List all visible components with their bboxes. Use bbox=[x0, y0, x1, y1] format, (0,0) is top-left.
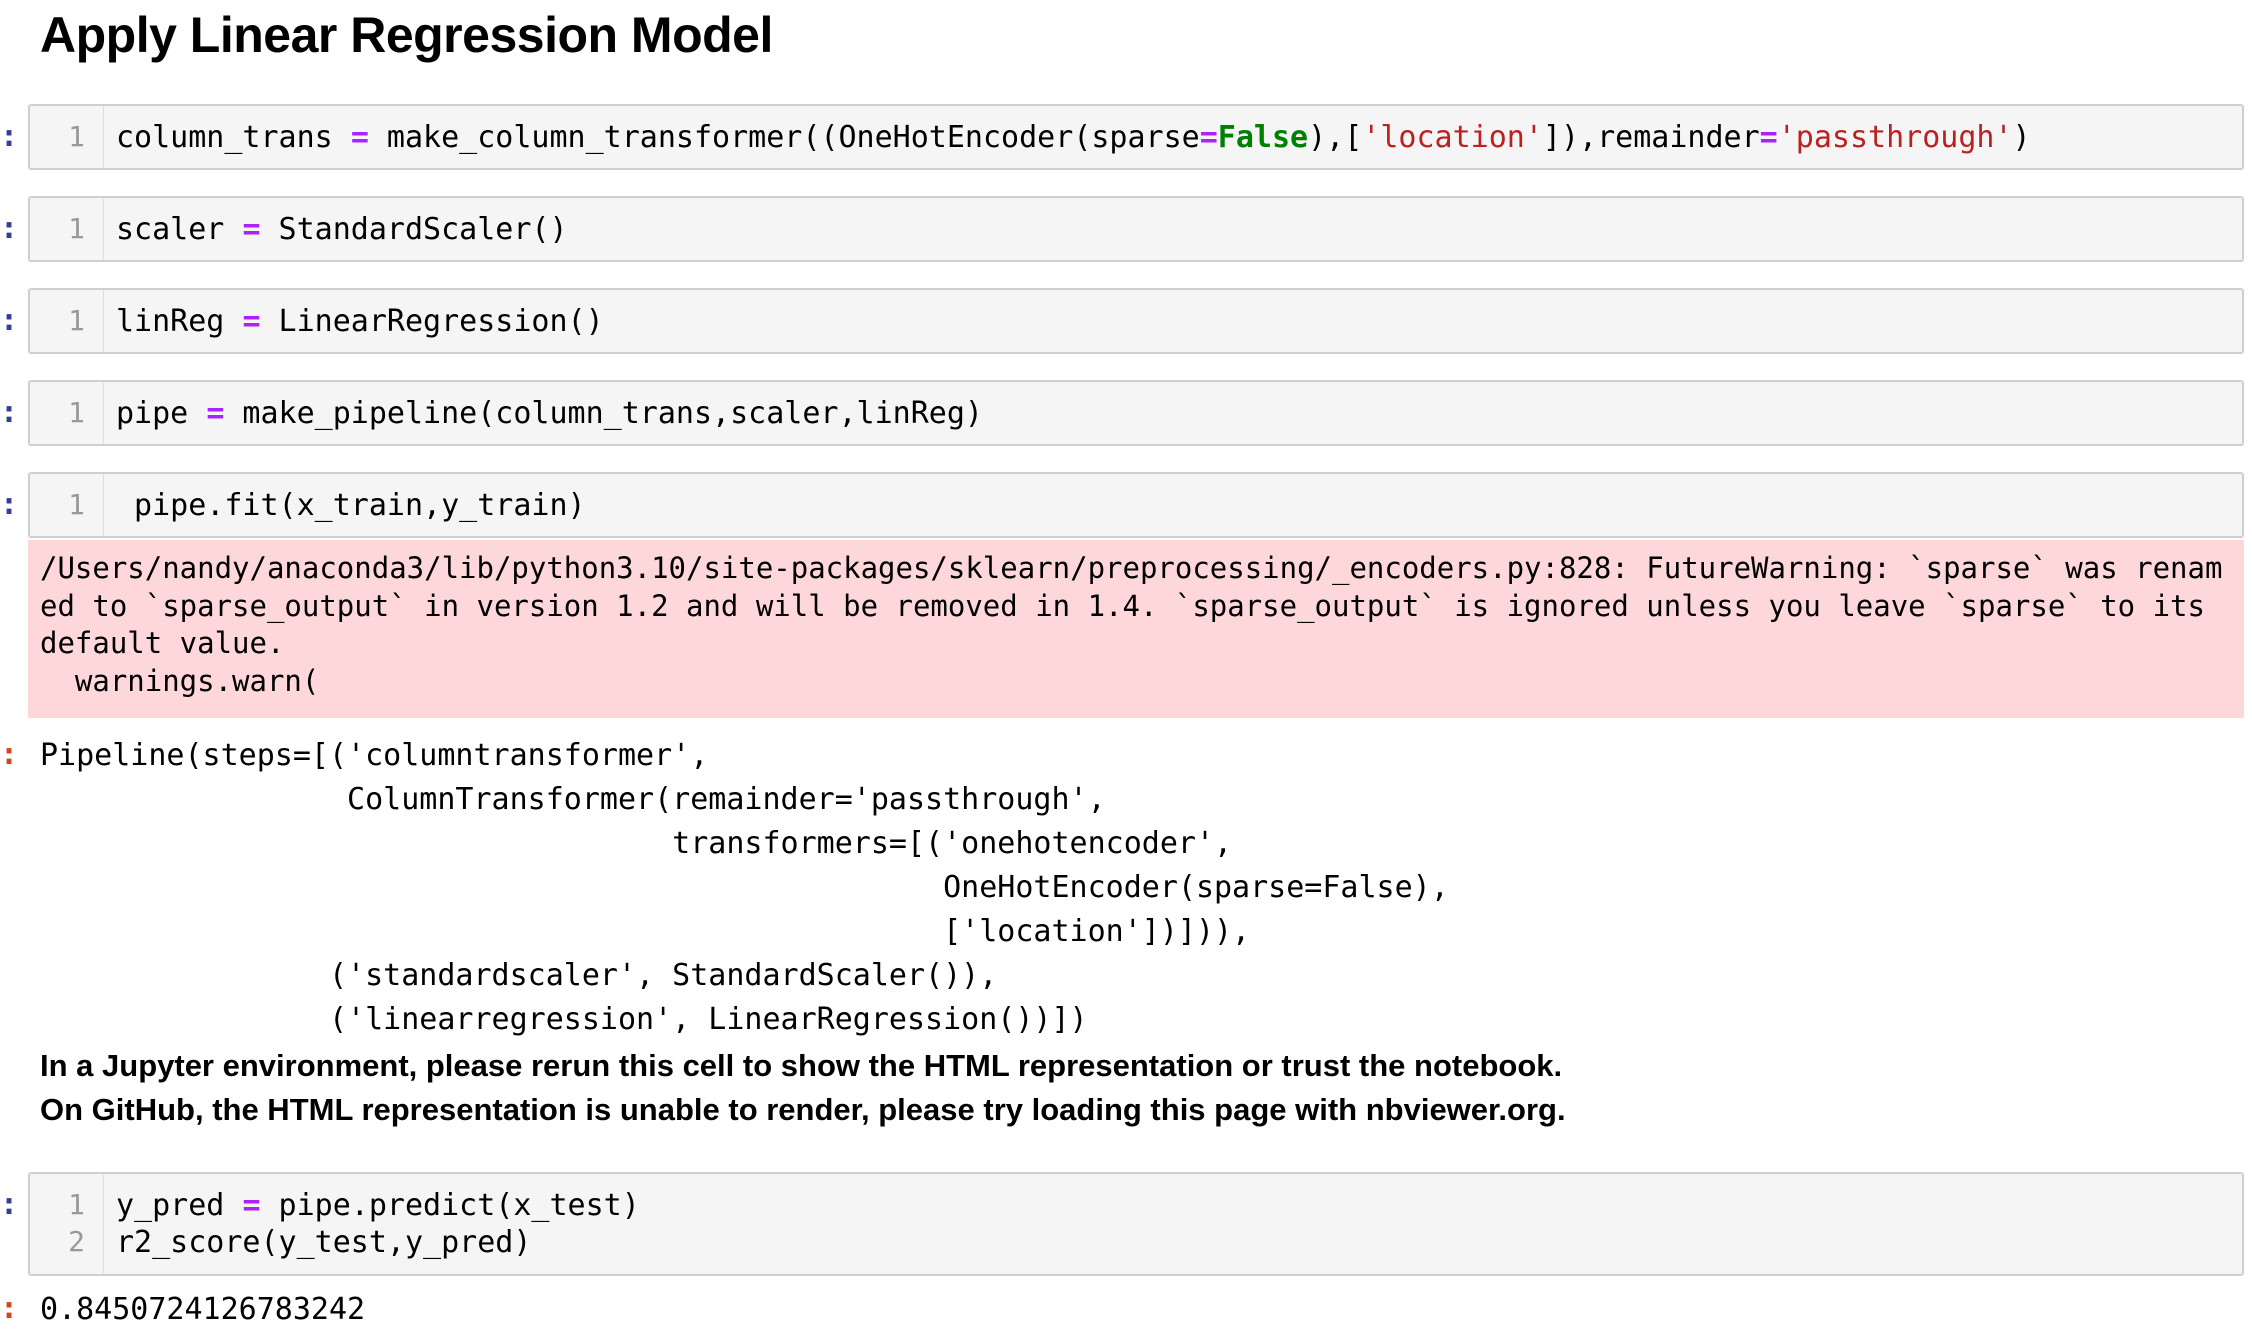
section-heading: Apply Linear Regression Model bbox=[40, 7, 773, 63]
code-line[interactable]: r2_score(y_test,y_pred) bbox=[116, 1225, 531, 1260]
output-prompt: : bbox=[0, 1291, 19, 1326]
input-prompt: : bbox=[0, 395, 19, 430]
line-number: 1 bbox=[68, 488, 85, 521]
warning-text: /Users/nandy/anaconda3/lib/python3.10/si… bbox=[40, 551, 2223, 698]
line-number: 1 bbox=[68, 1188, 85, 1221]
code-line[interactable]: pipe.fit(x_train,y_train) bbox=[116, 488, 586, 523]
code-cell-linreg[interactable]: 1 linReg = LinearRegression() bbox=[28, 288, 2244, 354]
line-number-gutter: 1 bbox=[30, 382, 104, 444]
html-repr-note-github: On GitHub, the HTML representation is un… bbox=[40, 1092, 1566, 1127]
line-number-gutter: 1 bbox=[30, 290, 104, 352]
line-number: 1 bbox=[68, 396, 85, 429]
output-prompt: : bbox=[0, 737, 19, 772]
line-number-gutter: 1 2 bbox=[30, 1174, 104, 1274]
line-number: 2 bbox=[68, 1225, 85, 1258]
code-cell-pipeline[interactable]: 1 pipe = make_pipeline(column_trans,scal… bbox=[28, 380, 2244, 446]
code-cell-column-transformer[interactable]: 1 column_trans = make_column_transformer… bbox=[28, 104, 2244, 170]
input-prompt: : bbox=[0, 119, 19, 154]
input-prompt: : bbox=[0, 487, 19, 522]
input-prompt: : bbox=[0, 303, 19, 338]
line-number: 1 bbox=[68, 304, 85, 337]
r2-score-output: 0.8450724126783242 bbox=[40, 1292, 366, 1327]
line-number: 1 bbox=[68, 212, 85, 245]
code-cell-scaler[interactable]: 1 scaler = StandardScaler() bbox=[28, 196, 2244, 262]
code-line[interactable]: pipe = make_pipeline(column_trans,scaler… bbox=[116, 396, 983, 431]
line-number-gutter: 1 bbox=[30, 106, 104, 168]
input-prompt: : bbox=[0, 211, 19, 246]
code-line[interactable]: y_pred = pipe.predict(x_test) bbox=[116, 1188, 640, 1223]
line-number: 1 bbox=[68, 120, 85, 153]
code-cell-fit[interactable]: 1 pipe.fit(x_train,y_train) bbox=[28, 472, 2244, 538]
line-number-gutter: 1 bbox=[30, 474, 104, 536]
pipeline-repr-output: Pipeline(steps=[('columntransformer', Co… bbox=[40, 738, 1449, 1037]
stderr-warning-output: /Users/nandy/anaconda3/lib/python3.10/si… bbox=[28, 540, 2244, 718]
code-line[interactable]: column_trans = make_column_transformer((… bbox=[116, 120, 2031, 155]
code-line[interactable]: scaler = StandardScaler() bbox=[116, 212, 568, 247]
input-prompt: : bbox=[0, 1187, 19, 1222]
code-line[interactable]: linReg = LinearRegression() bbox=[116, 304, 604, 339]
code-cell-predict[interactable]: 1 2 y_pred = pipe.predict(x_test) r2_sco… bbox=[28, 1172, 2244, 1276]
line-number-gutter: 1 bbox=[30, 198, 104, 260]
html-repr-note-jupyter: In a Jupyter environment, please rerun t… bbox=[40, 1048, 1563, 1083]
